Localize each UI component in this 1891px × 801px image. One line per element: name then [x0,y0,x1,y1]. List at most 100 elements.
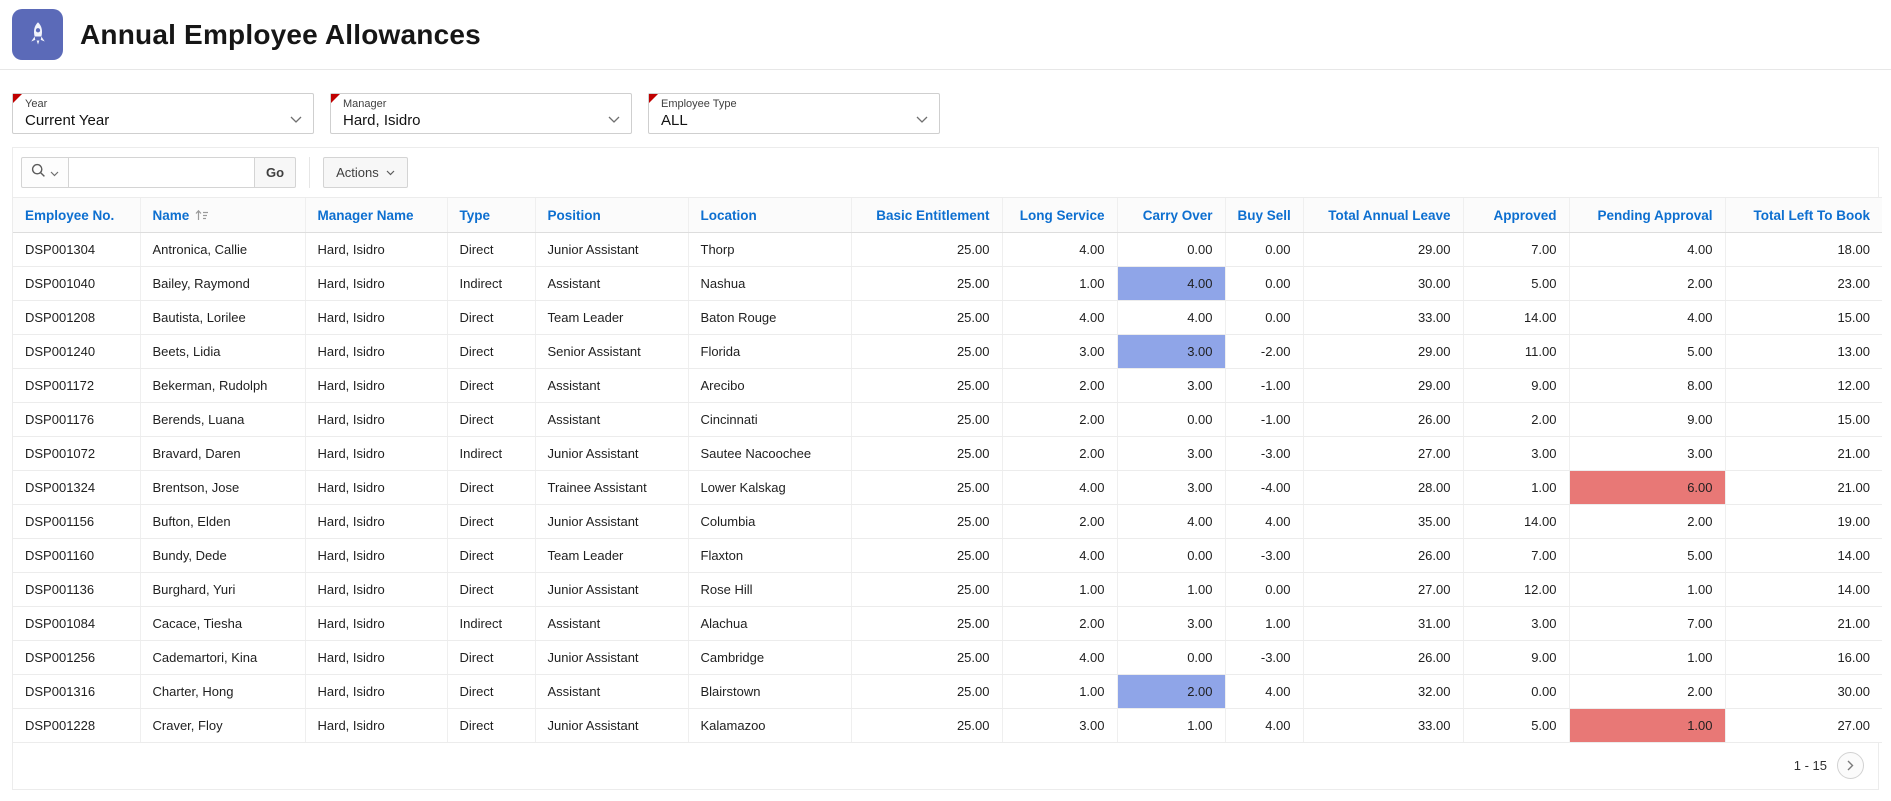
cell-manager: Hard, Isidro [305,233,447,267]
cell-location: Blairstown [688,675,851,709]
cell-total_annual: 32.00 [1303,675,1463,709]
cell-emp_no: DSP001324 [13,471,140,505]
cell-total_left: 27.00 [1725,709,1882,743]
table-row: DSP001072Bravard, DarenHard, IsidroIndir… [13,437,1882,471]
cell-type: Indirect [447,607,535,641]
column-header-approved[interactable]: Approved [1463,198,1569,233]
cell-location: Cincinnati [688,403,851,437]
cell-pending: 4.00 [1569,301,1725,335]
actions-menu-button[interactable]: Actions [323,157,408,188]
column-header-pending[interactable]: Pending Approval [1569,198,1725,233]
cell-carry_over: 4.00 [1117,267,1225,301]
chevron-down-icon [290,110,302,128]
cell-pending: 5.00 [1569,335,1725,369]
column-header-carry_over[interactable]: Carry Over [1117,198,1225,233]
cell-total_left: 21.00 [1725,437,1882,471]
cell-carry_over: 3.00 [1117,607,1225,641]
cell-total_annual: 35.00 [1303,505,1463,539]
rocket-icon [12,9,63,60]
column-header-position[interactable]: Position [535,198,688,233]
column-header-type[interactable]: Type [447,198,535,233]
column-header-name[interactable]: Name [140,198,305,233]
cell-location: Thorp [688,233,851,267]
column-header-location[interactable]: Location [688,198,851,233]
cell-approved: 9.00 [1463,641,1569,675]
year-select[interactable]: Year Current Year [12,93,314,134]
table-header-row: Employee No.NameManager NameTypePosition… [13,198,1882,233]
cell-manager: Hard, Isidro [305,539,447,573]
cell-approved: 0.00 [1463,675,1569,709]
cell-manager: Hard, Isidro [305,641,447,675]
column-header-emp_no[interactable]: Employee No. [13,198,140,233]
cell-carry_over: 3.00 [1117,437,1225,471]
cell-type: Direct [447,403,535,437]
column-header-manager[interactable]: Manager Name [305,198,447,233]
cell-name: Bundy, Dede [140,539,305,573]
cell-carry_over: 4.00 [1117,505,1225,539]
actions-label: Actions [336,165,379,180]
table-row: DSP001176Berends, LuanaHard, IsidroDirec… [13,403,1882,437]
column-header-long_service[interactable]: Long Service [1002,198,1117,233]
cell-basic: 25.00 [851,335,1002,369]
column-header-total_left[interactable]: Total Left To Book [1725,198,1882,233]
next-page-button[interactable] [1837,752,1864,779]
cell-carry_over: 3.00 [1117,369,1225,403]
cell-emp_no: DSP001240 [13,335,140,369]
employee-type-select[interactable]: Employee Type ALL [648,93,940,134]
table-row: DSP001208Bautista, LorileeHard, IsidroDi… [13,301,1882,335]
cell-total_left: 15.00 [1725,301,1882,335]
cell-position: Junior Assistant [535,437,688,471]
cell-long_service: 2.00 [1002,505,1117,539]
cell-buy_sell: -4.00 [1225,471,1303,505]
cell-emp_no: DSP001304 [13,233,140,267]
cell-basic: 25.00 [851,301,1002,335]
required-marker [331,94,340,103]
search-input[interactable] [69,157,255,188]
cell-position: Trainee Assistant [535,471,688,505]
cell-emp_no: DSP001172 [13,369,140,403]
cell-total_left: 14.00 [1725,573,1882,607]
go-button[interactable]: Go [255,157,296,188]
filter-value: Current Year [25,111,283,130]
cell-position: Team Leader [535,301,688,335]
cell-basic: 25.00 [851,709,1002,743]
manager-select[interactable]: Manager Hard, Isidro [330,93,632,134]
cell-total_annual: 26.00 [1303,641,1463,675]
column-header-buy_sell[interactable]: Buy Sell [1225,198,1303,233]
cell-location: Baton Rouge [688,301,851,335]
cell-name: Antronica, Callie [140,233,305,267]
cell-approved: 11.00 [1463,335,1569,369]
cell-type: Direct [447,641,535,675]
required-marker [13,94,22,103]
cell-approved: 12.00 [1463,573,1569,607]
cell-manager: Hard, Isidro [305,369,447,403]
cell-name: Bautista, Lorilee [140,301,305,335]
cell-type: Indirect [447,267,535,301]
cell-total_annual: 29.00 [1303,335,1463,369]
cell-total_left: 16.00 [1725,641,1882,675]
cell-total_annual: 27.00 [1303,573,1463,607]
cell-name: Bravard, Daren [140,437,305,471]
cell-pending: 9.00 [1569,403,1725,437]
cell-approved: 14.00 [1463,301,1569,335]
column-header-basic[interactable]: Basic Entitlement [851,198,1002,233]
cell-carry_over: 0.00 [1117,403,1225,437]
table-row: DSP001240Beets, LidiaHard, IsidroDirectS… [13,335,1882,369]
cell-location: Sautee Nacoochee [688,437,851,471]
cell-manager: Hard, Isidro [305,437,447,471]
table-row: DSP001156Bufton, EldenHard, IsidroDirect… [13,505,1882,539]
cell-basic: 25.00 [851,471,1002,505]
cell-total_left: 30.00 [1725,675,1882,709]
cell-approved: 3.00 [1463,607,1569,641]
filter-value: Hard, Isidro [343,111,601,130]
cell-emp_no: DSP001256 [13,641,140,675]
cell-manager: Hard, Isidro [305,709,447,743]
cell-pending: 1.00 [1569,573,1725,607]
table-row: DSP001228Craver, FloyHard, IsidroDirectJ… [13,709,1882,743]
search-options-button[interactable] [21,157,69,188]
cell-emp_no: DSP001072 [13,437,140,471]
cell-type: Direct [447,539,535,573]
pagination-range: 1 - 15 [1794,758,1827,773]
cell-total_left: 15.00 [1725,403,1882,437]
column-header-total_annual[interactable]: Total Annual Leave [1303,198,1463,233]
